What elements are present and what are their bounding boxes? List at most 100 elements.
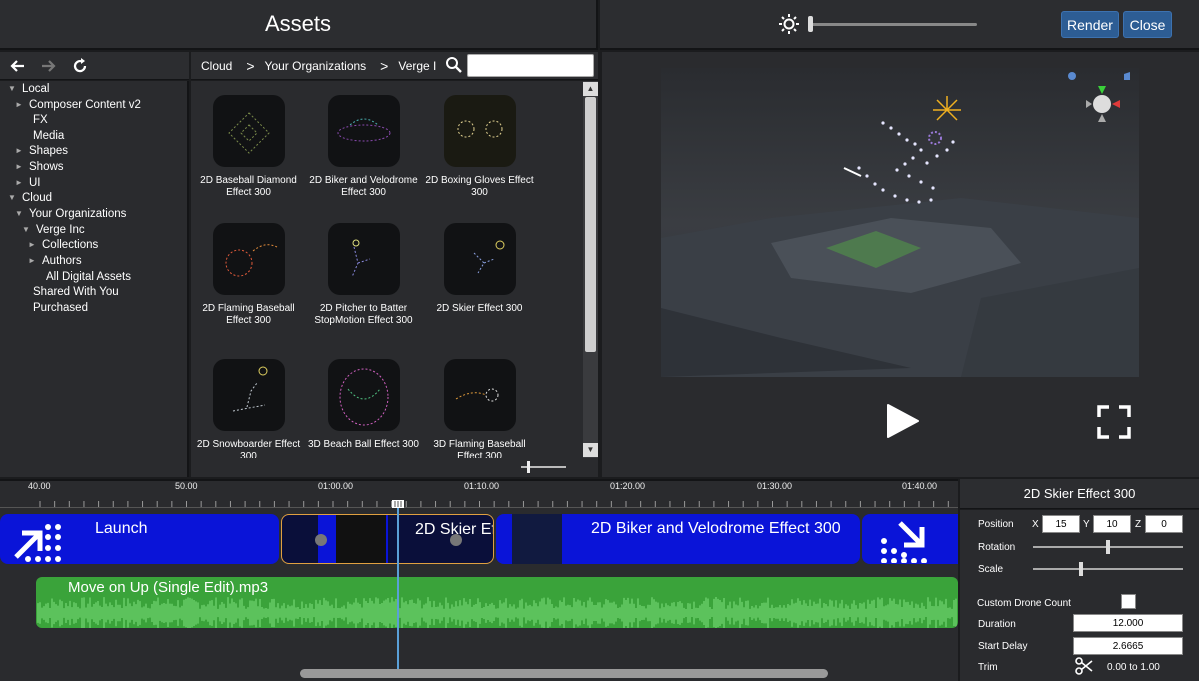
- breadcrumb-item-your-organizations[interactable]: Your Organizations: [265, 59, 367, 73]
- tree-item-purchased[interactable]: Purchased: [33, 300, 88, 316]
- timeline-tick-label: 01:20.00: [610, 481, 646, 491]
- sun-icon[interactable]: [779, 14, 799, 34]
- asset-card[interactable]: 2D Flaming Baseball Effect 300: [191, 223, 306, 326]
- search-input[interactable]: [467, 54, 594, 77]
- audio-track-label: Move on Up (Single Edit).mp3: [68, 579, 269, 596]
- asset-thumbnail: [327, 95, 400, 167]
- nav-bar: [0, 52, 189, 80]
- fullscreen-icon[interactable]: [1097, 405, 1131, 439]
- tree-item-ui[interactable]: ► UI: [15, 175, 41, 191]
- search-icon[interactable]: [445, 56, 463, 74]
- position-z-input[interactable]: 0: [1145, 515, 1183, 533]
- timeline-tick-label: 50.00: [175, 481, 198, 491]
- orientation-gizmo[interactable]: [1066, 70, 1138, 130]
- asset-thumbnail: [327, 359, 400, 431]
- asset-thumbnail: [212, 95, 285, 167]
- clip-label: 2D Biker and Velodrome Effect 300: [591, 520, 841, 537]
- duration-input[interactable]: 12.000: [1073, 614, 1183, 632]
- 3d-viewport[interactable]: [661, 68, 1139, 377]
- timeline-clip[interactable]: [862, 514, 958, 564]
- tree-item-verge-inc[interactable]: ▼ Verge Inc: [22, 222, 85, 238]
- tree-item-composer-content[interactable]: ► Composer Content v2: [15, 97, 141, 113]
- scale-label: Scale: [978, 564, 1004, 575]
- clip-label: Launch: [95, 520, 148, 537]
- audio-track[interactable]: Move on Up (Single Edit).mp3: [36, 577, 958, 628]
- timeline-clip[interactable]: Launch: [0, 514, 279, 564]
- timeline-ruler-ticks: [39, 501, 949, 507]
- timeline-tick-label: 40.00: [28, 481, 51, 491]
- render-button[interactable]: Render: [1061, 11, 1119, 38]
- asset-scrollbar-thumb[interactable]: [585, 97, 596, 352]
- asset-card[interactable]: 3D Flaming Baseball Effect 300: [422, 359, 537, 458]
- position-y-input[interactable]: 10: [1093, 515, 1131, 533]
- trim-value: 0.00 to 1.00: [1107, 662, 1160, 673]
- scroll-up-icon[interactable]: ▲: [583, 82, 598, 96]
- timeline-tick-label: 01:10.00: [464, 481, 500, 491]
- trim-label: Trim: [978, 662, 998, 673]
- scale-slider-thumb[interactable]: [1079, 562, 1083, 576]
- asset-thumbnail: [443, 359, 516, 431]
- properties-title: 2D Skier Effect 300: [960, 479, 1199, 509]
- rotation-slider-thumb[interactable]: [1106, 540, 1110, 554]
- tree-item-collections[interactable]: ► Collections: [28, 237, 98, 253]
- scroll-down-icon[interactable]: ▼: [583, 443, 598, 457]
- playhead-handle[interactable]: [392, 500, 404, 508]
- tree-item-all-digital-assets[interactable]: All Digital Assets: [46, 269, 131, 285]
- breadcrumb-separator: >: [246, 57, 255, 74]
- arrow-left-icon[interactable]: [8, 56, 28, 76]
- tree-item-media[interactable]: Media: [33, 128, 64, 144]
- custom-drone-count-checkbox[interactable]: [1121, 594, 1136, 609]
- play-icon[interactable]: [884, 403, 920, 439]
- breadcrumb-item-cloud[interactable]: Cloud: [201, 59, 232, 73]
- asset-thumbnail: [327, 223, 400, 295]
- timeline-tick-label: 01:40.00: [902, 481, 938, 491]
- tree-item-cloud[interactable]: ▼ Cloud: [8, 190, 52, 206]
- timeline-clip[interactable]: 2D Biker and Velodrome Effect 300: [496, 514, 860, 564]
- thumbnail-size-slider-thumb[interactable]: [527, 461, 530, 473]
- breadcrumb-item-verge-inc[interactable]: Verge Ir: [398, 59, 436, 73]
- brightness-slider-thumb[interactable]: [808, 16, 813, 32]
- asset-grid: 2D Baseball Diamond Effect 300 2D Biker …: [191, 81, 583, 458]
- tree-item-shared-with-you[interactable]: Shared With You: [33, 284, 119, 300]
- asset-card[interactable]: 3D Beach Ball Effect 300: [306, 359, 421, 451]
- start-delay-label: Start Delay: [978, 641, 1028, 652]
- tree-item-local[interactable]: ▼ Local: [8, 81, 50, 97]
- brightness-slider-track[interactable]: [808, 23, 977, 26]
- duration-label: Duration: [978, 619, 1016, 630]
- close-button[interactable]: Close: [1123, 11, 1172, 38]
- asset-thumbnail: [443, 223, 516, 295]
- playhead[interactable]: [397, 500, 399, 670]
- asset-thumbnail: [212, 359, 285, 431]
- refresh-icon[interactable]: [70, 56, 90, 76]
- timeline-tick-label: 01:30.00: [757, 481, 793, 491]
- asset-card[interactable]: 2D Skier Effect 300: [422, 223, 537, 315]
- asset-card[interactable]: 2D Boxing Gloves Effect 300: [422, 95, 537, 198]
- timeline-scrollbar[interactable]: [300, 669, 828, 678]
- asset-thumbnail: [443, 95, 516, 167]
- x-label: X: [1032, 519, 1039, 530]
- timeline-clip-selected[interactable]: 2D Skier Ef: [281, 514, 494, 564]
- tree-item-authors[interactable]: ► Authors: [28, 253, 82, 269]
- rotation-label: Rotation: [978, 542, 1016, 553]
- position-x-input[interactable]: 15: [1042, 515, 1080, 533]
- clip-trim-handle[interactable]: [315, 534, 327, 546]
- scissors-icon[interactable]: [1075, 657, 1093, 675]
- clip-thumbnail: [512, 514, 562, 564]
- start-delay-input[interactable]: 2.6665: [1073, 637, 1183, 655]
- tree-item-your-organizations[interactable]: ▼ Your Organizations: [15, 206, 126, 222]
- launch-icon: [14, 524, 61, 562]
- asset-card[interactable]: 2D Baseball Diamond Effect 300: [191, 95, 306, 198]
- clip-thumbnail: [336, 515, 386, 563]
- asset-card[interactable]: 2D Pitcher to Batter StopMotion Effect 3…: [306, 223, 421, 326]
- assets-panel-title: Assets: [0, 0, 598, 50]
- tree-item-shows[interactable]: ► Shows: [15, 159, 64, 175]
- y-label: Y: [1083, 519, 1090, 530]
- arrow-right-icon[interactable]: [38, 56, 58, 76]
- tree-item-fx[interactable]: FX: [33, 112, 48, 128]
- asset-card[interactable]: 2D Biker and Velodrome Effect 300: [306, 95, 421, 198]
- asset-card[interactable]: 2D Snowboarder Effect 300: [191, 359, 306, 458]
- scale-slider[interactable]: [1033, 568, 1183, 570]
- tree-item-shapes[interactable]: ► Shapes: [15, 143, 68, 159]
- asset-thumbnail: [212, 223, 285, 295]
- land-icon: [881, 521, 927, 563]
